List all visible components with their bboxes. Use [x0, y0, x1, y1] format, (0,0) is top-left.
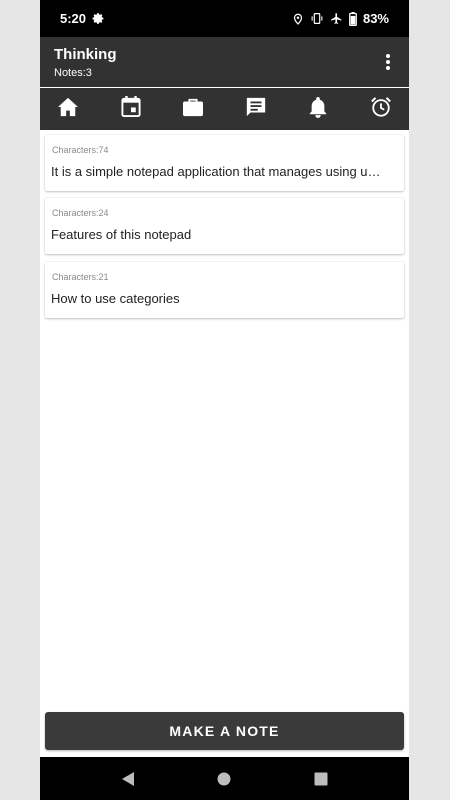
tab-work[interactable]	[167, 88, 219, 130]
tab-calendar[interactable]	[105, 88, 157, 130]
tab-chat[interactable]	[230, 88, 282, 130]
vibrate-icon	[310, 12, 324, 25]
note-card[interactable]: Characters:21 How to use categories	[45, 262, 404, 318]
notes-count: Notes:3	[54, 67, 92, 79]
calendar-icon	[121, 96, 141, 122]
more-vert-icon[interactable]	[377, 50, 399, 74]
home-icon	[57, 97, 79, 122]
location-icon	[292, 12, 304, 26]
back-icon[interactable]	[113, 764, 143, 794]
battery-icon	[349, 11, 357, 26]
note-text: Features of this notepad	[51, 227, 192, 242]
bell-icon	[308, 96, 328, 123]
note-character-count: Characters:21	[52, 272, 109, 282]
chat-icon	[245, 96, 267, 123]
category-tabs	[40, 88, 409, 130]
note-text: How to use categories	[51, 291, 180, 306]
home-circle-icon[interactable]	[209, 764, 239, 794]
note-character-count: Characters:74	[52, 145, 109, 155]
tab-home[interactable]	[42, 88, 94, 130]
note-character-count: Characters:24	[52, 208, 109, 218]
note-card[interactable]: Characters:24 Features of this notepad	[45, 198, 404, 254]
status-right: 83%	[292, 11, 389, 26]
app-title: Thinking	[54, 46, 117, 63]
recents-icon[interactable]	[306, 764, 336, 794]
app-bar: Thinking Notes:3	[40, 37, 409, 87]
briefcase-icon	[182, 97, 204, 122]
navigation-bar	[40, 757, 409, 800]
status-time: 5:20	[60, 11, 87, 26]
airplane-icon	[330, 12, 343, 25]
settings-gear-icon	[92, 12, 105, 25]
note-card[interactable]: Characters:74 It is a simple notepad app…	[45, 135, 404, 191]
note-text: It is a simple notepad application that …	[51, 164, 387, 179]
alarm-clock-icon	[370, 96, 392, 123]
status-bar: 5:20 83%	[40, 0, 409, 37]
battery-percent: 83%	[362, 11, 389, 26]
tab-reminders[interactable]	[292, 88, 344, 130]
phone-screen: 5:20 83% Thinking Notes:3 Characters:74 …	[40, 0, 409, 800]
status-left: 5:20	[60, 11, 105, 26]
tab-alarms[interactable]	[355, 88, 407, 130]
make-note-button[interactable]: MAKE A NOTE	[45, 712, 404, 750]
